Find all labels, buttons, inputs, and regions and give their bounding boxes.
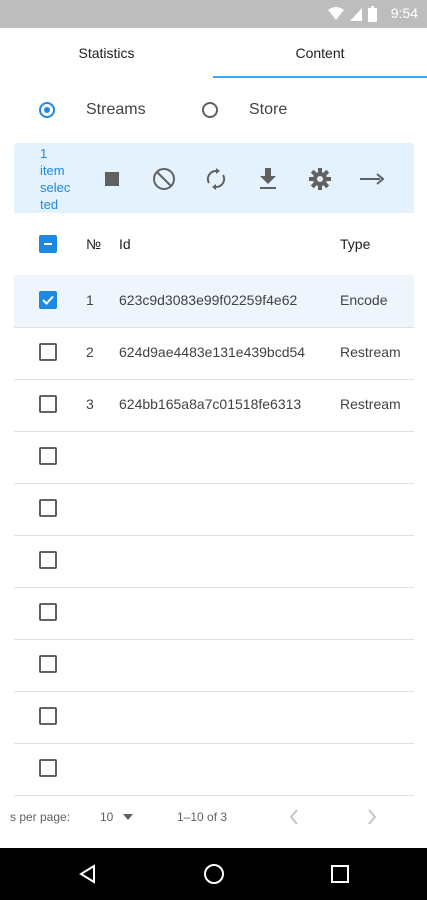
row-checkbox[interactable] [39, 707, 57, 725]
wifi-icon [328, 7, 344, 20]
tab-content[interactable]: Content [213, 28, 427, 78]
table-row[interactable] [14, 691, 414, 744]
row-checkbox[interactable] [39, 447, 57, 465]
download-button[interactable] [254, 165, 282, 193]
row-checkbox[interactable] [39, 343, 57, 361]
radio-store-label: Store [249, 101, 288, 118]
table-row[interactable] [14, 535, 414, 588]
row-type: Encode [340, 292, 388, 308]
status-icons [328, 6, 377, 22]
status-time: 9:54 [390, 5, 418, 21]
table-row[interactable]: 1 623c9d3083e99f02259f4e62 Encode [14, 275, 414, 328]
row-id: 623c9d3083e99f02259f4e62 [119, 292, 298, 308]
selection-line: 1 [40, 146, 48, 161]
chevron-right-icon [368, 809, 377, 825]
previous-page-button[interactable] [284, 806, 304, 828]
selection-line: ted [40, 197, 59, 212]
selection-toolbar: 1 item selec ted [14, 143, 414, 213]
signal-icon [350, 8, 362, 21]
column-header-no[interactable]: № [86, 236, 101, 252]
table-pagination: s per page: 10 1–10 of 3 [10, 793, 414, 843]
rows-per-page-label: s per page: [10, 810, 71, 824]
download-icon [260, 168, 276, 189]
column-header-type[interactable]: Type [340, 236, 370, 252]
select-all-checkbox[interactable] [39, 235, 57, 253]
radio-circle[interactable] [39, 102, 55, 118]
row-number: 1 [86, 292, 94, 308]
selection-line: item [40, 163, 65, 178]
table-row[interactable]: 3 624bb165a8a7c01518fe6313 Restream [14, 379, 414, 432]
selection-line: selec [40, 180, 71, 195]
settings-icon [309, 168, 331, 190]
rows-per-page-select[interactable]: 10 [100, 805, 134, 829]
block-icon [153, 168, 175, 190]
radio-streams-label: Streams [86, 101, 146, 118]
table-row[interactable] [14, 639, 414, 692]
row-number: 3 [86, 396, 94, 412]
caret-down-icon [123, 814, 134, 820]
back-icon[interactable] [78, 864, 98, 884]
table-row[interactable]: 2 624d9ae4483e131e439bcd54 Restream [14, 327, 414, 380]
table-row[interactable] [14, 743, 414, 796]
home-icon[interactable] [203, 863, 225, 885]
table-row[interactable] [14, 587, 414, 640]
source-radio-group: Streams Store [0, 90, 427, 130]
pagination-range: 1–10 of 3 [177, 810, 228, 824]
row-checkbox[interactable] [39, 655, 57, 673]
tab-statistics[interactable]: Statistics [0, 28, 213, 78]
radio-streams[interactable]: Streams [39, 90, 146, 130]
system-navigation-bar [0, 848, 427, 900]
column-header-id[interactable]: Id [119, 236, 131, 252]
table-header: № Id Type [14, 213, 414, 276]
next-page-button[interactable] [362, 806, 382, 828]
tab-indicator [213, 76, 427, 78]
settings-button[interactable] [306, 165, 334, 193]
row-id: 624d9ae4483e131e439bcd54 [119, 344, 306, 360]
tab-bar: Statistics Content [0, 28, 427, 78]
stop-icon [105, 172, 119, 186]
table-row[interactable] [14, 431, 414, 484]
row-checkbox[interactable] [39, 551, 57, 569]
row-checkbox[interactable] [39, 759, 57, 777]
row-checkbox[interactable] [39, 395, 57, 413]
row-number: 2 [86, 344, 94, 360]
status-bar: 9:54 [0, 0, 427, 28]
arrow-right-icon [360, 173, 384, 185]
stop-button[interactable] [98, 165, 126, 193]
selection-count: 1 item selec ted [40, 145, 80, 213]
sync-button[interactable] [202, 165, 230, 193]
radio-store[interactable]: Store [202, 90, 287, 130]
row-checkbox[interactable] [39, 499, 57, 517]
recents-icon[interactable] [331, 865, 349, 883]
row-id: 624bb165a8a7c01518fe6313 [119, 396, 302, 412]
battery-icon [368, 6, 377, 22]
row-type: Restream [340, 396, 401, 412]
rows-per-page-value: 10 [100, 810, 114, 824]
sync-icon [206, 168, 226, 190]
table-row[interactable] [14, 483, 414, 536]
row-checkbox[interactable] [39, 603, 57, 621]
chevron-left-icon [289, 809, 298, 825]
block-button[interactable] [150, 165, 178, 193]
streams-table-card: 1 item selec ted № Id Type 1 623c9d3083e… [10, 143, 414, 848]
row-checkbox[interactable] [39, 291, 57, 309]
radio-circle[interactable] [202, 102, 218, 118]
next-action-button[interactable] [358, 165, 386, 193]
checkmark-icon [42, 295, 54, 305]
row-type: Restream [340, 344, 401, 360]
